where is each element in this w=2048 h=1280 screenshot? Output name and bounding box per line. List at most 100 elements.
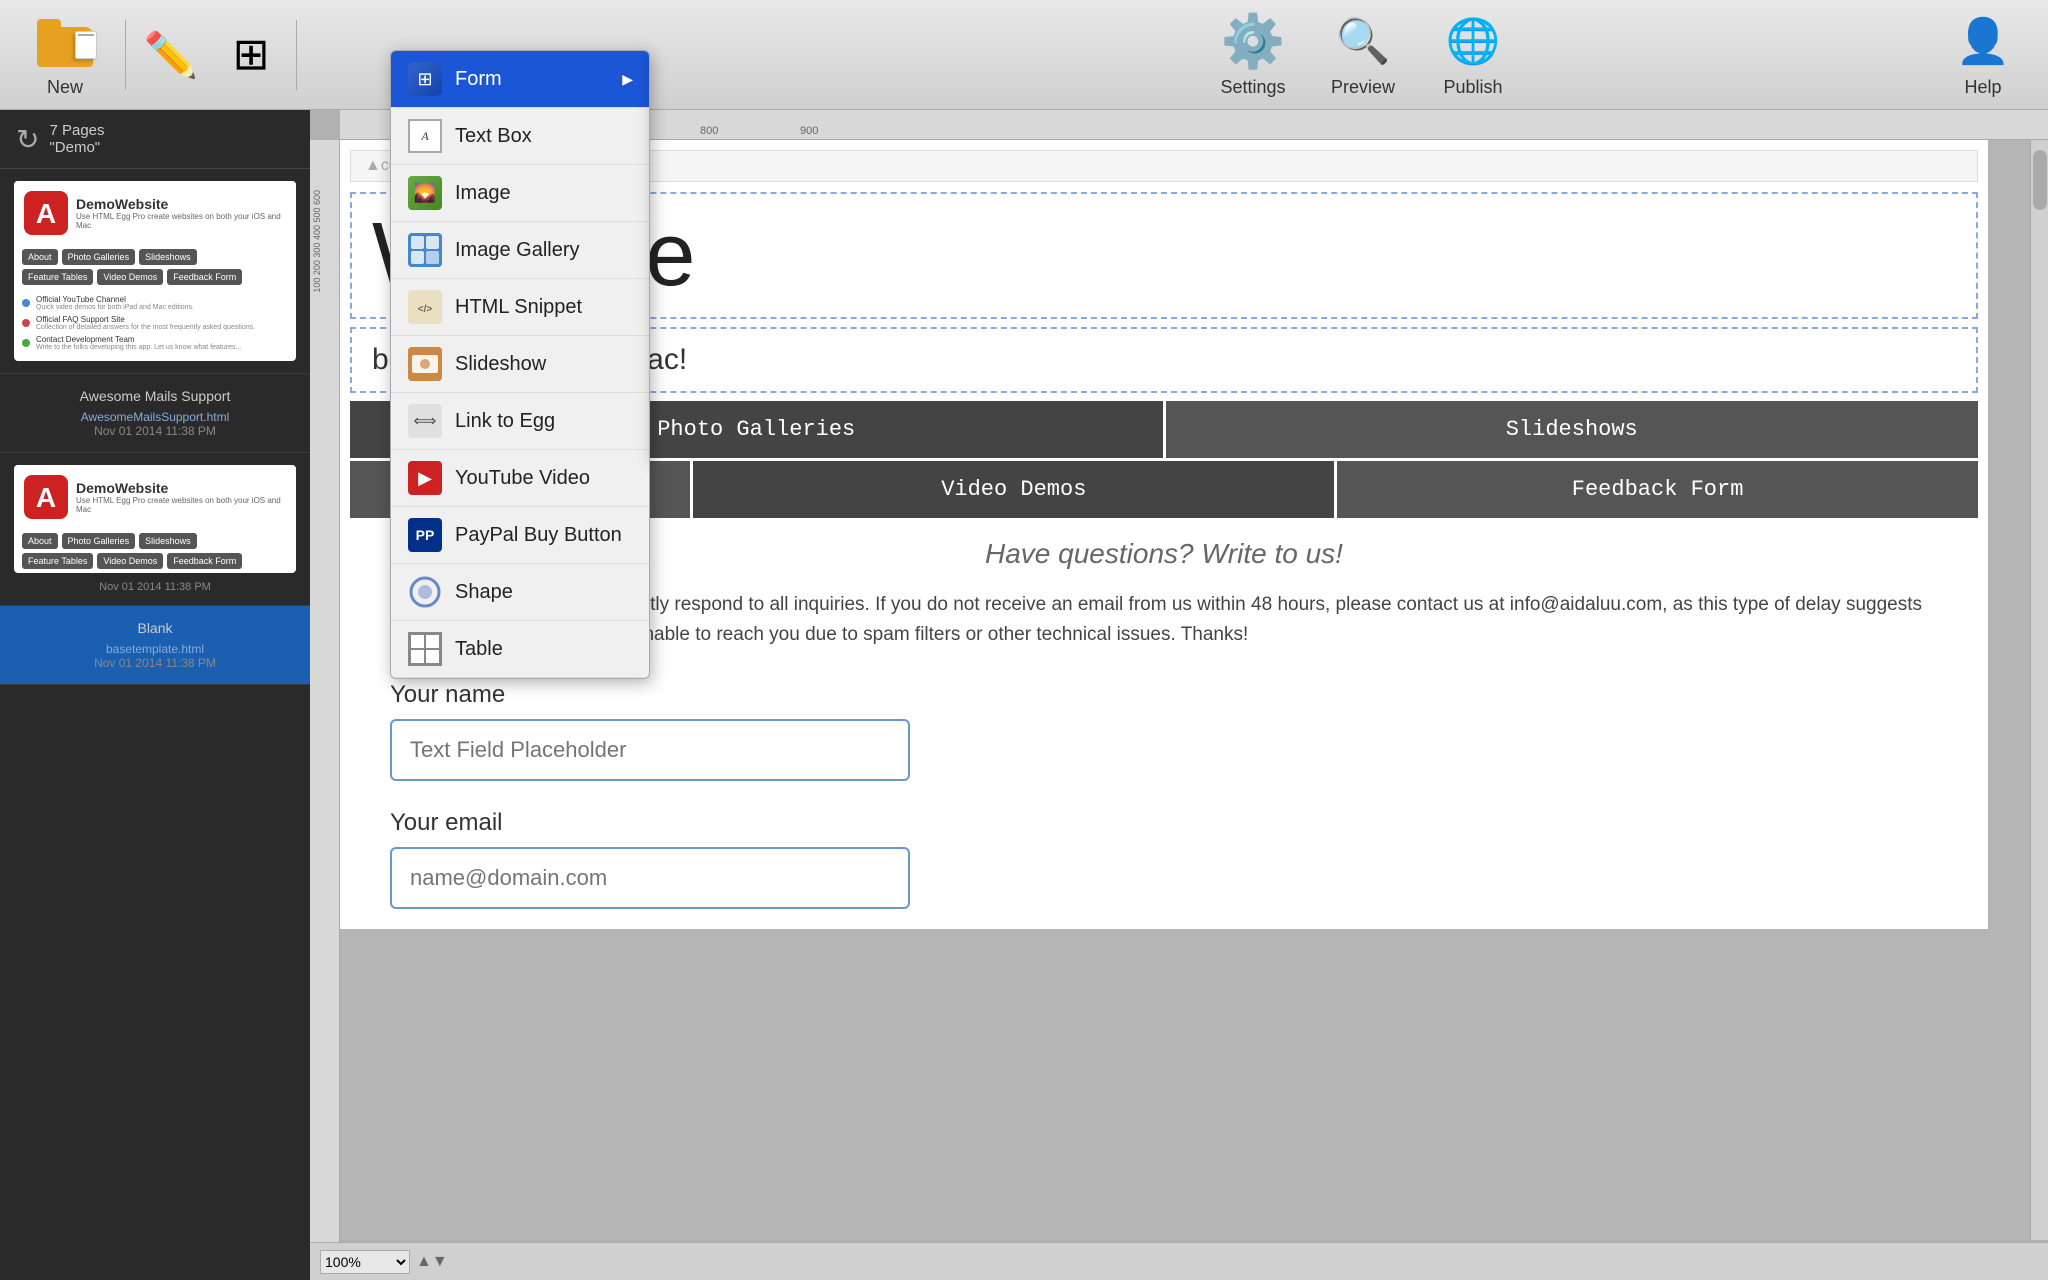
page2-date: Nov 01 2014 11:38 PM [10, 424, 300, 444]
new-button[interactable]: New [10, 5, 120, 105]
link-info-contact: Contact Development Team Write to the fo… [36, 335, 241, 351]
site-logo-3: A [24, 475, 68, 519]
paypal-buy-button-label: PayPal Buy Button [455, 524, 622, 547]
nav-btn-about: About [22, 249, 58, 265]
html-snippet-menu-item[interactable]: </> HTML Snippet [391, 279, 649, 336]
site-nav-2: Feature Tables Video Demos Feedback Form [14, 269, 296, 289]
site-logo-1: A [24, 191, 68, 235]
image-gallery-menu-item[interactable]: Image Gallery [391, 222, 649, 279]
scrollbar-thumb[interactable] [2033, 150, 2047, 210]
nav-btn-feedback: Feedback Form [167, 269, 242, 285]
html-snippet-icon: </> [407, 289, 443, 325]
preview-button[interactable]: 🔍 Preview [1308, 5, 1418, 105]
link-dot-youtube [22, 299, 30, 307]
text-box-menu-item[interactable]: A Text Box [391, 108, 649, 165]
form-menu-item[interactable]: ⊞ Form ▶ [391, 51, 649, 108]
site-link-contact: Contact Development Team Write to the fo… [22, 335, 288, 351]
table-cell-2 [425, 634, 440, 649]
site-link-youtube: Official YouTube Channel Quick video dem… [22, 295, 288, 311]
paypal-buy-button-icon: PP [407, 517, 443, 553]
help-icon: 👤 [1953, 11, 2013, 71]
nav-btn-feedback-3: Feedback Form [167, 553, 242, 569]
page2-filename: AwesomeMailsSupport.html [10, 410, 300, 424]
link-label-contact: Contact Development Team [36, 335, 241, 344]
sidebar: ↻ 7 Pages "Demo" A DemoWebsite Use HTML … [0, 110, 310, 1280]
btn-slideshows[interactable]: Slideshows [1166, 401, 1979, 458]
toolbar-separator-1 [125, 20, 126, 90]
nav-btn-photo: Photo Galleries [62, 249, 136, 265]
table-cell-3 [410, 649, 425, 664]
site-subtitle-1: Use HTML Egg Pro create websites on both… [76, 212, 286, 230]
publish-button[interactable]: 🌐 Publish [1418, 5, 1528, 105]
sidebar-page-1[interactable]: A DemoWebsite Use HTML Egg Pro create we… [0, 169, 310, 374]
sidebar-page-3[interactable]: A DemoWebsite Use HTML Egg Pro create we… [0, 453, 310, 606]
table-menu-item[interactable]: Table [391, 621, 649, 678]
youtube-video-menu-item[interactable]: ▶ YouTube Video [391, 450, 649, 507]
scrollbar-vertical[interactable] [2030, 140, 2048, 1240]
sidebar-refresh-icon[interactable]: ↻ [16, 123, 39, 156]
shape-label: Shape [455, 581, 513, 604]
nav-btn-video-3: Video Demos [97, 553, 163, 569]
sidebar-info: 7 Pages "Demo" [49, 122, 104, 156]
link-to-egg-label: Link to Egg [455, 410, 555, 433]
grid-tool-button[interactable]: ⊞ [211, 5, 291, 105]
link-sub-faq: Collection of detailed answers for the m… [36, 324, 255, 331]
table-label: Table [455, 638, 503, 661]
name-input[interactable] [390, 719, 910, 781]
zoom-stepper[interactable]: ▲▼ [416, 1253, 448, 1271]
btn-video-demos[interactable]: Video Demos [693, 461, 1334, 518]
pages-count: 7 Pages [49, 122, 104, 139]
blank-filename: basetemplate.html [10, 642, 300, 656]
svg-text:A: A [36, 198, 56, 229]
ruler-left: 100 200 300 400 500 600 [310, 140, 340, 1280]
help-button[interactable]: 👤 Help [1928, 5, 2038, 105]
nav-btn-photo-3: Photo Galleries [62, 533, 136, 549]
settings-label: Settings [1220, 77, 1285, 98]
pencil-tool-button[interactable]: ✏️ [131, 5, 211, 105]
link-sub-youtube: Quick video demos for both iPad and Mac … [36, 304, 194, 311]
link-info-youtube: Official YouTube Channel Quick video dem… [36, 295, 194, 311]
image-menu-item[interactable]: 🌄 Image [391, 165, 649, 222]
sidebar-page-2[interactable]: Awesome Mails Support AwesomeMailsSuppor… [0, 374, 310, 453]
nav-btn-slideshows-3: Slideshows [139, 533, 197, 549]
site-links-1: Official YouTube Channel Quick video dem… [14, 289, 296, 361]
shape-icon-shape [408, 575, 442, 609]
shape-menu-item[interactable]: Shape [391, 564, 649, 621]
link-to-egg-icon: ⟺ [407, 403, 443, 439]
zoom-select[interactable]: 100% 75% 50% [320, 1250, 410, 1274]
preview-icon: 🔍 [1333, 11, 1393, 71]
email-input[interactable] [390, 847, 910, 909]
link-dot-contact [22, 339, 30, 347]
svg-text:A: A [36, 482, 56, 513]
form-arrow-icon: ▶ [622, 71, 633, 88]
sidebar-header: ↻ 7 Pages "Demo" [0, 110, 310, 169]
image-gallery-label: Image Gallery [455, 239, 580, 262]
svg-text:</>: </> [418, 304, 433, 315]
toolbar: New ✏️ ⊞ ⚙️ Settings 🔍 Preview 🌐 Publish [0, 0, 2048, 110]
sidebar-page-blank[interactable]: Blank basetemplate.html Nov 01 2014 11:3… [0, 606, 310, 685]
publish-label: Publish [1443, 77, 1502, 98]
site-header-1: A DemoWebsite Use HTML Egg Pro create we… [14, 181, 296, 245]
btn-feedback-form[interactable]: Feedback Form [1337, 461, 1978, 518]
ruler-tick-800: 800 [700, 125, 718, 137]
image-icon-shape: 🌄 [408, 176, 442, 210]
site-header-3: A DemoWebsite Use HTML Egg Pro create we… [14, 465, 296, 529]
link-to-egg-menu-item[interactable]: ⟺ Link to Egg [391, 393, 649, 450]
site-nav-3a: About Photo Galleries Slideshows [14, 529, 296, 553]
slideshow-menu-item[interactable]: Slideshow [391, 336, 649, 393]
gear-icon: ⚙️ [1223, 11, 1283, 71]
table-icon [407, 631, 443, 667]
settings-button[interactable]: ⚙️ Settings [1198, 5, 1308, 105]
image-gallery-icon-shape [408, 233, 442, 267]
html-snippet-label: HTML Snippet [455, 296, 582, 319]
blank-label: Blank [10, 614, 300, 642]
publish-icon: 🌐 [1443, 11, 1503, 71]
image-icon: 🌄 [407, 175, 443, 211]
image-label: Image [455, 182, 511, 205]
nav-btn-feature: Feature Tables [22, 269, 93, 285]
paypal-buy-button-menu-item[interactable]: PP PayPal Buy Button [391, 507, 649, 564]
text-box-icon: A [407, 118, 443, 154]
nav-btn-slideshows: Slideshows [139, 249, 197, 265]
form-icon-shape: ⊞ [408, 62, 442, 96]
site-nav-1: About Photo Galleries Slideshows [14, 245, 296, 269]
